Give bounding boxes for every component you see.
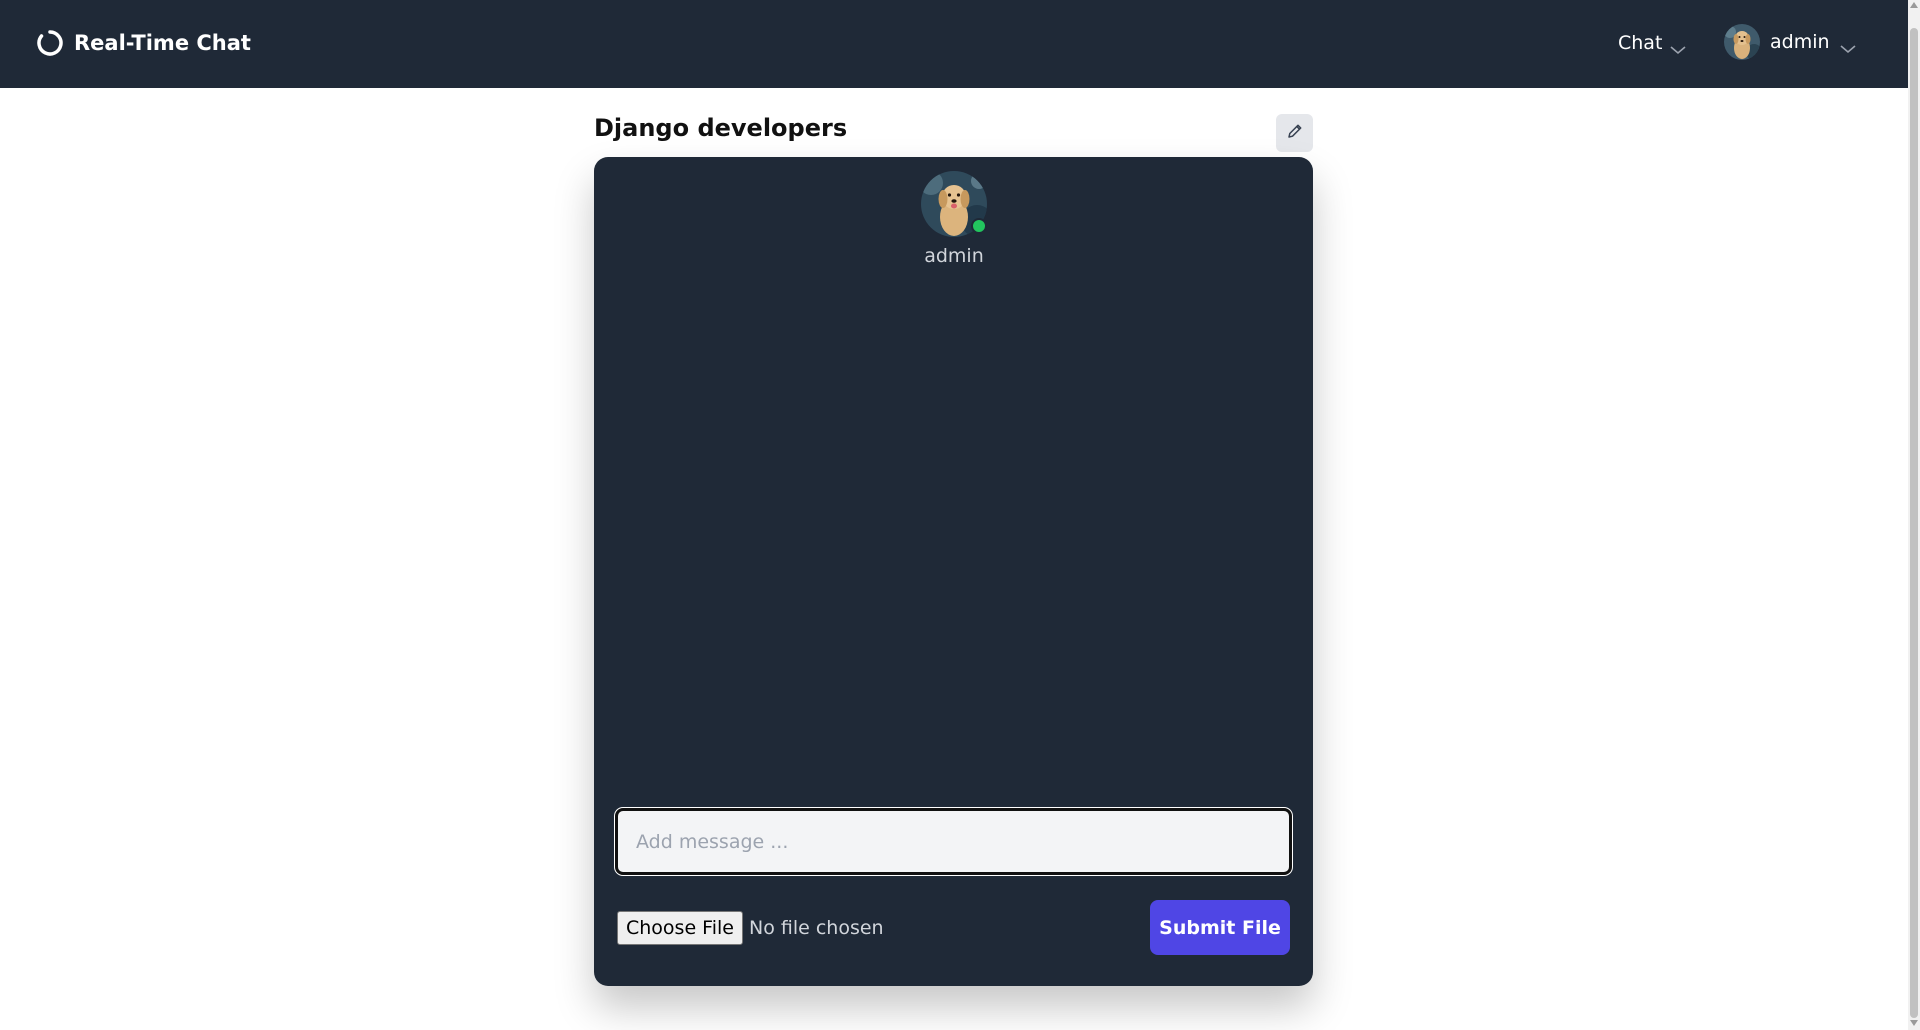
- spinner-ring-icon: [36, 29, 64, 57]
- scroll-up-arrow-icon[interactable]: [1910, 2, 1918, 8]
- user-menu[interactable]: admin: [1724, 23, 1856, 61]
- room-title: Django developers: [594, 114, 848, 142]
- online-user-name: admin: [924, 245, 984, 267]
- file-status-text: No file chosen: [748, 917, 884, 939]
- online-user[interactable]: admin: [894, 171, 1014, 267]
- avatar: [1724, 24, 1760, 60]
- page-scrollbar[interactable]: [1908, 0, 1920, 1030]
- message-input[interactable]: [615, 808, 1292, 875]
- edit-room-button[interactable]: [1276, 114, 1313, 152]
- chevron-down-icon: [1670, 38, 1686, 55]
- file-picker: Choose File No file chosen: [617, 911, 884, 945]
- chat-panel: admin Choose File No file chosen Submit …: [594, 157, 1313, 986]
- online-status-dot: [971, 218, 987, 234]
- chat-menu[interactable]: Chat: [1618, 26, 1686, 60]
- choose-file-button[interactable]: Choose File: [617, 911, 743, 945]
- pencil-icon: [1286, 122, 1304, 144]
- scroll-down-arrow-icon[interactable]: [1910, 1020, 1918, 1026]
- scrollbar-thumb[interactable]: [1910, 28, 1918, 1018]
- online-user-avatar: [921, 171, 987, 237]
- chat-menu-label: Chat: [1618, 32, 1663, 54]
- brand-title: Real-Time Chat: [74, 31, 251, 55]
- top-navbar: Real-Time Chat Chat admin: [0, 0, 1908, 88]
- user-menu-label: admin: [1770, 31, 1830, 53]
- page: Real-Time Chat Chat admin Django develop…: [0, 0, 1920, 1030]
- submit-file-button[interactable]: Submit File: [1150, 900, 1290, 955]
- chevron-down-icon: [1840, 37, 1856, 54]
- brand[interactable]: Real-Time Chat: [36, 25, 251, 61]
